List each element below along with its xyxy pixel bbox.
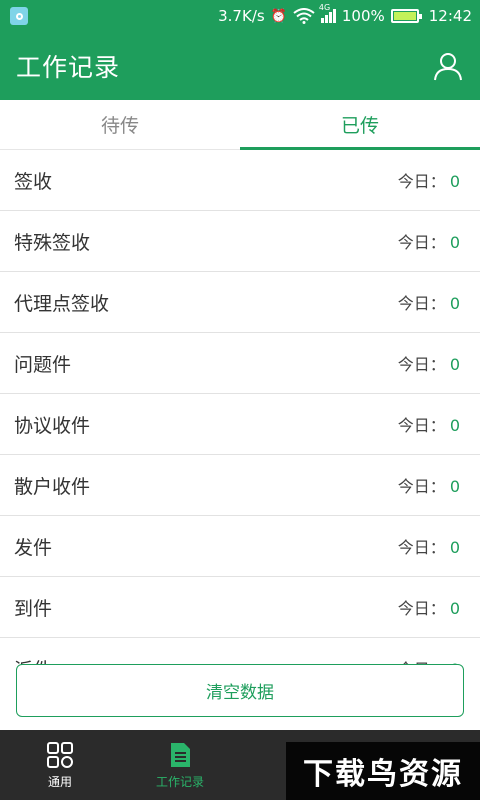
list-item[interactable]: 派件 今日：0	[0, 638, 480, 667]
nav-item-work-records[interactable]: 工作记录	[120, 730, 240, 800]
list-item-count: 今日：0	[398, 473, 460, 497]
alarm-icon: ⏰	[270, 8, 287, 24]
list-item[interactable]: 签收 今日： 0	[0, 150, 480, 211]
count-prefix: 今日：	[397, 233, 446, 252]
tab-bar: 待传 已传	[0, 100, 480, 150]
document-icon	[171, 742, 190, 767]
nav-item-label: 通用	[47, 774, 72, 789]
tab-pending[interactable]: 待传	[0, 100, 240, 149]
count-prefix: 今日：	[397, 294, 446, 313]
record-list[interactable]: 签收 今日： 0 特殊签收 今日： 0 代理点签收 今日： 0 问题件 今日： 0 协议…	[0, 150, 480, 666]
count-prefix: 今日：	[397, 538, 446, 557]
count-prefix: 今日：	[397, 477, 446, 496]
list-item-label: 代理点签收	[14, 292, 110, 315]
nav-item-label: 工作记录	[155, 774, 204, 789]
nav-item-general[interactable]: 通用	[0, 730, 120, 800]
count-value: 0	[449, 355, 460, 374]
count-prefix: 今日：	[397, 355, 446, 374]
list-item[interactable]: 代理点签收 今日： 0	[0, 272, 480, 333]
watermark: 下载鸟资源	[286, 742, 480, 800]
list-item-label: 问题件	[14, 353, 72, 376]
list-item-label: 发件	[14, 536, 53, 559]
list-item[interactable]: 到件 今日： 0	[0, 577, 480, 638]
status-bar: 3.7K/s ⏰ 4G 100% 12:42	[0, 0, 480, 32]
count-value: 0	[449, 599, 460, 618]
grid-icon	[47, 741, 73, 768]
wifi-icon	[293, 8, 315, 24]
list-item[interactable]: 问题件 今日： 0	[0, 333, 480, 394]
user-icon[interactable]	[432, 50, 464, 82]
clock: 12:42	[428, 7, 472, 25]
battery-icon	[390, 9, 422, 23]
count-value: 0	[449, 477, 460, 496]
list-item[interactable]: 散户收件 今日： 0	[0, 455, 480, 516]
count-value: 0	[449, 294, 460, 313]
count-prefix: 今日：	[397, 416, 446, 435]
status-bar-right: 3.7K/s ⏰ 4G 100% 12:42	[218, 3, 472, 25]
page-title: 工作记录	[16, 53, 121, 82]
network-type: 4G	[318, 3, 331, 12]
count-value: 0	[449, 172, 460, 191]
status-bar-left	[10, 7, 218, 25]
network-speed: 3.7K/s	[218, 7, 265, 25]
count-value: 0	[449, 233, 460, 252]
list-item-label: 到件	[14, 597, 53, 620]
list-item-count: 今日：0	[398, 168, 460, 192]
list-item-count: 今日：0	[398, 290, 460, 314]
list-item-count: 今日：0	[398, 351, 460, 375]
count-value: 0	[449, 538, 460, 557]
app-bar: 工作记录	[0, 32, 480, 100]
list-item-count: 今日：0	[398, 412, 460, 436]
list-item-count: 今日：0	[398, 595, 460, 619]
list-item[interactable]: 发件 今日： 0	[0, 516, 480, 577]
battery-percent: 100%	[341, 7, 385, 25]
list-item-count: 今日：0	[398, 534, 460, 558]
list-item-label: 签收	[14, 170, 53, 193]
list-item-label: 特殊签收	[14, 231, 91, 254]
list-item-label: 散户收件	[14, 475, 91, 498]
signal-icon: 4G	[319, 3, 336, 23]
list-item[interactable]: 协议收件 今日： 0	[0, 394, 480, 455]
list-item-label: 协议收件	[14, 414, 91, 437]
tab-uploaded[interactable]: 已传	[240, 100, 480, 150]
count-prefix: 今日：	[397, 599, 446, 618]
count-prefix: 今日：	[397, 172, 446, 191]
clear-data-button[interactable]: 清空数据	[16, 664, 464, 717]
location-notification-icon	[10, 7, 28, 25]
battery-fill	[393, 12, 416, 20]
list-item-count: 今日：0	[398, 229, 460, 253]
list-item[interactable]: 特殊签收 今日： 0	[0, 211, 480, 272]
count-value: 0	[449, 416, 460, 435]
